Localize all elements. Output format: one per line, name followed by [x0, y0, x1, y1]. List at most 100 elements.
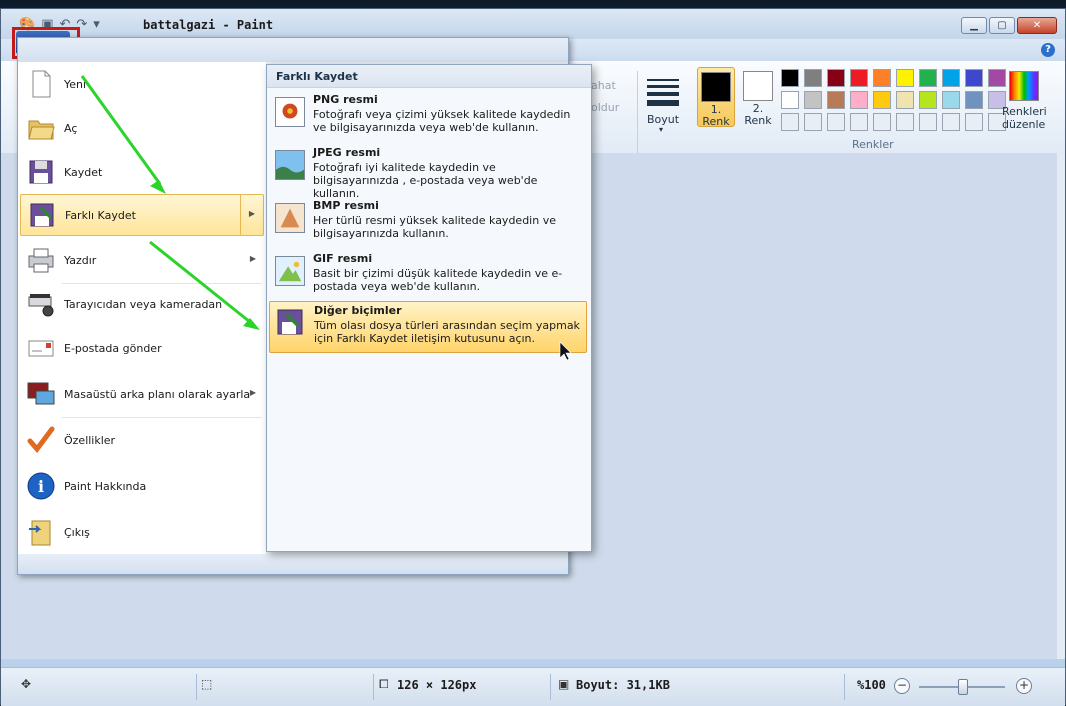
menu-item-exit[interactable]: Çıkış — [20, 512, 264, 554]
zoom-out-icon[interactable]: − — [894, 678, 910, 694]
menu-item-properties[interactable]: Özellikler — [20, 420, 264, 462]
save-as-bmp[interactable]: BMP resmi Her türlü resmi yüksek kalited… — [269, 197, 587, 247]
palette-swatch[interactable] — [873, 91, 891, 109]
palette-swatch[interactable] — [827, 113, 845, 131]
line-size-icon[interactable] — [647, 79, 679, 110]
palette-swatch[interactable] — [850, 69, 868, 87]
color1-label: 1. Renk — [702, 103, 730, 128]
palette-swatch[interactable] — [942, 113, 960, 131]
zoom-in-icon[interactable]: + — [1016, 678, 1032, 694]
gif-image-icon — [275, 256, 305, 286]
menu-item-print[interactable]: Yazdır ▶ — [20, 240, 264, 282]
ribbon-partial-label: oldur — [591, 101, 620, 114]
window-title: battalgazi - Paint — [143, 18, 274, 32]
palette-swatch[interactable] — [896, 91, 914, 109]
format-description: Basit bir çizimi düşük kalitede kaydedin… — [313, 267, 563, 293]
save-disk-icon — [29, 160, 53, 184]
selection-size-icon: ⬚ — [201, 677, 213, 691]
palette-swatch[interactable] — [850, 91, 868, 109]
palette-swatch[interactable] — [804, 69, 822, 87]
menu-item-set-desktop[interactable]: Masaüstü arka planı olarak ayarla ▶ — [20, 374, 264, 416]
close-button[interactable]: ✕ — [1017, 17, 1057, 34]
palette-swatch[interactable] — [781, 69, 799, 87]
palette-swatch[interactable] — [988, 69, 1006, 87]
new-file-icon — [32, 70, 51, 98]
divider — [373, 674, 374, 700]
format-title: JPEG resmi — [313, 146, 381, 159]
scanner-icon — [28, 294, 54, 317]
colors-group-label: Renkler — [852, 138, 894, 151]
exit-icon — [29, 520, 51, 546]
menu-item-label: Farklı Kaydet — [65, 209, 136, 222]
edit-colors-icon[interactable] — [1009, 71, 1039, 101]
palette-swatch[interactable] — [965, 91, 983, 109]
image-size-icon: ⧠ — [379, 677, 389, 691]
palette-swatch[interactable] — [919, 91, 937, 109]
help-icon[interactable]: ? — [1041, 43, 1055, 57]
menu-item-label: Kaydet — [64, 166, 103, 179]
palette-swatch[interactable] — [781, 91, 799, 109]
palette-swatch[interactable] — [827, 91, 845, 109]
menu-footer — [18, 554, 568, 574]
save-as-jpeg[interactable]: JPEG resmi Fotoğrafı iyi kalitede kayded… — [269, 144, 587, 200]
color1-swatch — [701, 72, 731, 102]
palette-swatch[interactable] — [850, 113, 868, 131]
edit-colors-label[interactable]: Renkleri düzenle — [1002, 105, 1047, 131]
customize-qat-icon[interactable]: ▾ — [93, 17, 100, 32]
menu-item-save-as[interactable]: Farklı Kaydet ▶ — [20, 194, 264, 236]
menu-item-label: Yazdır — [64, 254, 97, 267]
minimize-button[interactable]: ▁ — [961, 17, 987, 34]
chevron-down-icon: ▾ — [659, 125, 664, 134]
menu-item-label: Çıkış — [64, 526, 90, 539]
zoom-level: %100 — [857, 678, 886, 692]
menu-item-email[interactable]: E-postada gönder — [20, 328, 264, 370]
palette-swatch[interactable] — [942, 91, 960, 109]
menu-item-label: E-postada gönder — [64, 342, 162, 355]
palette-swatch[interactable] — [873, 69, 891, 87]
color2-label: 2. Renk — [744, 102, 772, 127]
color1-button[interactable]: 1. Renk — [697, 67, 735, 128]
menu-item-scanner[interactable]: Tarayıcıdan veya kameradan — [20, 284, 264, 326]
color2-swatch — [743, 71, 773, 101]
file-size: Boyut: 31,1KB — [576, 678, 670, 692]
palette-swatch[interactable] — [919, 113, 937, 131]
save-as-png[interactable]: PNG resmi Fotoğrafı veya çizimi yüksek k… — [269, 91, 587, 141]
menu-item-save[interactable]: Kaydet — [20, 152, 264, 194]
jpeg-image-icon — [275, 150, 305, 180]
vertical-scrollbar[interactable] — [1057, 153, 1065, 659]
menu-item-about[interactable]: i Paint Hakkında — [20, 466, 264, 508]
window-controls: ▁ ▢ ✕ — [961, 17, 1057, 34]
divider — [196, 674, 197, 700]
color-palette — [781, 69, 1006, 131]
palette-swatch[interactable] — [827, 69, 845, 87]
save-as-gif[interactable]: GIF resmi Basit bir çizimi düşük kalited… — [269, 250, 587, 300]
palette-swatch[interactable] — [896, 113, 914, 131]
palette-swatch[interactable] — [942, 69, 960, 87]
color2-button[interactable]: 2. Renk — [739, 67, 777, 127]
zoom-slider-thumb[interactable] — [958, 679, 968, 695]
palette-swatch[interactable] — [896, 69, 914, 87]
menu-item-label: Yeni — [64, 78, 87, 91]
palette-swatch[interactable] — [965, 69, 983, 87]
palette-swatch[interactable] — [804, 113, 822, 131]
save-as-other-formats[interactable]: Diğer biçimler Tüm olası dosya türleri a… — [269, 301, 587, 353]
save-as-icon — [30, 203, 54, 227]
palette-swatch[interactable] — [919, 69, 937, 87]
cursor-position-icon: ✥ — [21, 677, 32, 691]
menu-item-open[interactable]: Aç — [20, 108, 264, 150]
menu-header — [18, 38, 568, 62]
png-image-icon — [275, 97, 305, 127]
palette-swatch[interactable] — [781, 113, 799, 131]
file-size-icon: ▣ — [558, 677, 570, 691]
format-title: Diğer biçimler — [314, 304, 402, 317]
menu-item-new[interactable]: Yeni — [20, 64, 264, 106]
size-button-label[interactable]: Boyut — [647, 113, 679, 126]
format-title: BMP resmi — [313, 199, 379, 212]
palette-swatch[interactable] — [965, 113, 983, 131]
palette-swatch[interactable] — [873, 113, 891, 131]
palette-swatch[interactable] — [804, 91, 822, 109]
svg-text:i: i — [38, 477, 44, 496]
divider — [637, 71, 638, 153]
title-bar: 🎨 ▣ ↶ ↷ ▾ battalgazi - Paint ▁ ▢ ✕ — [1, 9, 1065, 39]
maximize-button[interactable]: ▢ — [989, 17, 1015, 34]
